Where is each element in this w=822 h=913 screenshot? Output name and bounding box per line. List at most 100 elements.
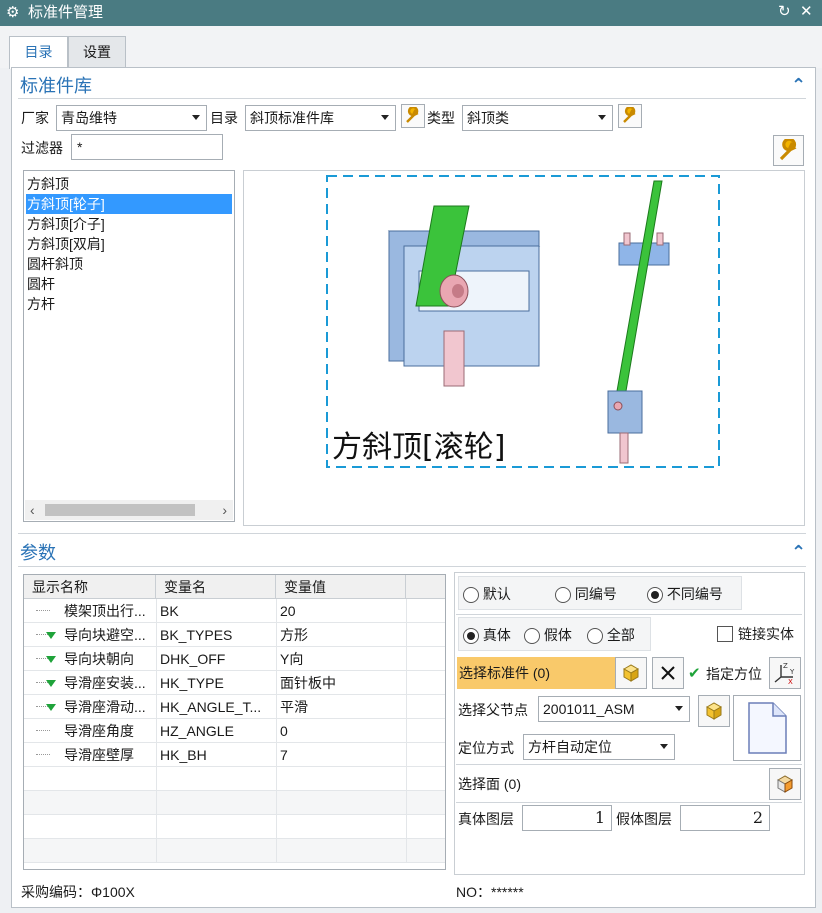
list-item[interactable]: 圆杆 <box>26 274 232 294</box>
column-divider <box>276 815 277 839</box>
param-variable-name: DHK_OFF <box>160 651 226 667</box>
scroll-right-icon[interactable]: › <box>222 501 227 519</box>
filter-wrench-button[interactable] <box>773 135 804 166</box>
settings-gear-icon[interactable]: ⚙ <box>6 4 19 22</box>
table-row[interactable]: 导向块朝向 DHK_OFF Y向 <box>24 647 445 671</box>
param-display-name: 导滑座安装... <box>64 675 146 691</box>
part-list[interactable]: 方斜顶 方斜顶[轮子] 方斜顶[介子] 方斜顶[双肩] 圆杆斜顶 圆杆 方杆 ‹… <box>23 170 235 522</box>
table-row[interactable]: 导滑座壁厚 HK_BH 7 <box>24 743 445 767</box>
new-document-icon <box>748 702 787 754</box>
list-item[interactable]: 方斜顶 <box>26 174 232 194</box>
list-item[interactable]: 方杆 <box>26 294 232 314</box>
table-row[interactable]: 模架顶出行... BK 20 <box>24 599 445 623</box>
parent-node-label: 选择父节点 <box>458 702 528 718</box>
tab-settings[interactable]: 设置 <box>68 36 126 68</box>
wrench-icon <box>779 138 797 160</box>
catalog-select[interactable]: 斜顶标准件库 <box>245 105 396 131</box>
param-variable-value[interactable]: 方形 <box>280 623 400 647</box>
vendor-select[interactable]: 青岛维特 <box>56 105 207 131</box>
param-display-name: 导向块朝向 <box>64 651 134 667</box>
expand-triangle-icon[interactable] <box>46 704 56 711</box>
purchase-code: 采购编码：Φ100X <box>21 884 135 900</box>
radio-dummy-body[interactable]: 假体 <box>524 625 572 645</box>
column-divider <box>406 767 407 791</box>
column-header-variable-name[interactable]: 变量名 <box>156 575 276 599</box>
param-display-name: 导向块避空... <box>64 627 146 643</box>
column-divider <box>276 719 277 743</box>
parent-node-select[interactable]: 2001011_ASM <box>538 696 690 722</box>
column-header-display-name[interactable]: 显示名称 <box>24 575 156 599</box>
link-solid-checkbox[interactable] <box>717 626 733 642</box>
refresh-icon[interactable]: ↻ <box>778 3 791 21</box>
radio-default-label: 默认 <box>482 586 511 602</box>
expand-triangle-icon[interactable] <box>46 632 56 639</box>
table-row[interactable]: 导滑座角度 HZ_ANGLE 0 <box>24 719 445 743</box>
column-divider <box>406 791 407 815</box>
param-display-name: 导滑座滑动... <box>64 699 146 715</box>
scroll-left-icon[interactable]: ‹ <box>30 501 35 519</box>
table-row-empty <box>24 839 445 863</box>
catalog-wrench-button[interactable] <box>401 104 425 128</box>
column-divider <box>276 623 277 647</box>
table-row[interactable]: 导滑座安装... HK_TYPE 面针板中 <box>24 671 445 695</box>
position-mode-value: 方杆自动定位 <box>528 739 612 755</box>
close-icon[interactable]: ✕ <box>800 3 813 21</box>
scrollbar-thumb[interactable] <box>45 504 195 516</box>
parent-node-value: 2001011_ASM <box>543 701 635 717</box>
horizontal-scrollbar[interactable]: ‹ › <box>25 500 233 520</box>
column-divider <box>156 791 157 815</box>
list-item[interactable]: 方斜顶[双肩] <box>26 234 232 254</box>
part-number: NO：****** <box>456 884 524 900</box>
checkmark-icon: ✔ <box>688 665 701 682</box>
param-variable-value[interactable]: 20 <box>280 599 400 623</box>
param-variable-value[interactable]: 面针板中 <box>280 671 400 695</box>
table-row[interactable]: 导滑座滑动... HK_ANGLE_T... 平滑 <box>24 695 445 719</box>
radio-all[interactable]: 全部 <box>587 625 635 645</box>
radio-all-label: 全部 <box>606 627 635 643</box>
tab-catalog[interactable]: 目录 <box>9 36 68 69</box>
chevron-down-icon <box>660 744 668 749</box>
table-row[interactable]: 导向块避空... BK_TYPES 方形 <box>24 623 445 647</box>
param-variable-value[interactable]: 平滑 <box>280 695 400 719</box>
dummy-layer-input[interactable]: 2 <box>680 805 770 831</box>
collapse-library-chevron-up-icon[interactable]: ⌃ <box>791 75 806 96</box>
catalog-label: 目录 <box>210 110 238 126</box>
divider <box>456 614 802 615</box>
column-header-variable-value[interactable]: 变量值 <box>276 575 406 599</box>
column-divider <box>406 719 407 743</box>
type-select[interactable]: 斜顶类 <box>462 105 613 131</box>
select-part-cube-button[interactable] <box>615 657 647 689</box>
expand-triangle-icon[interactable] <box>46 656 56 663</box>
list-item-selected[interactable]: 方斜顶[轮子] <box>26 194 232 214</box>
new-file-button[interactable] <box>733 695 801 761</box>
csys-button[interactable]: ZYX <box>769 657 801 689</box>
radio-real-body[interactable]: 真体 <box>463 625 511 645</box>
param-variable-value[interactable]: Y向 <box>280 647 400 671</box>
radio-default[interactable]: 默认 <box>463 584 511 604</box>
collapse-params-chevron-up-icon[interactable]: ⌃ <box>791 542 806 563</box>
dummy-layer-label: 假体图层 <box>616 811 672 827</box>
filter-input[interactable]: * <box>71 134 223 160</box>
parent-node-cube-button[interactable] <box>698 695 730 727</box>
divider <box>456 764 802 765</box>
param-variable-value[interactable]: 7 <box>280 743 400 767</box>
list-item[interactable]: 圆杆斜顶 <box>26 254 232 274</box>
radio-different-number[interactable]: 不同编号 <box>647 584 723 604</box>
close-x-icon <box>661 666 675 680</box>
params-table: 显示名称 变量名 变量值 模架顶出行... BK 20 导向块避空... BK_TYPE… <box>23 574 446 870</box>
cube-icon <box>622 664 640 682</box>
param-variable-value[interactable]: 0 <box>280 719 400 743</box>
chevron-down-icon <box>192 115 200 120</box>
expand-triangle-icon[interactable] <box>46 680 56 687</box>
column-divider <box>276 671 277 695</box>
radio-same-number[interactable]: 同编号 <box>555 584 617 604</box>
param-variable-name: BK <box>160 603 179 619</box>
type-wrench-button[interactable] <box>618 104 642 128</box>
tab-strip: 目录 设置 <box>0 26 822 69</box>
clear-selection-button[interactable] <box>652 657 684 689</box>
solid-layer-input[interactable]: 1 <box>522 805 612 831</box>
catalog-value: 斜顶标准件库 <box>250 110 334 126</box>
position-mode-select[interactable]: 方杆自动定位 <box>523 734 675 760</box>
select-face-button[interactable] <box>769 768 801 800</box>
list-item[interactable]: 方斜顶[介子] <box>26 214 232 234</box>
